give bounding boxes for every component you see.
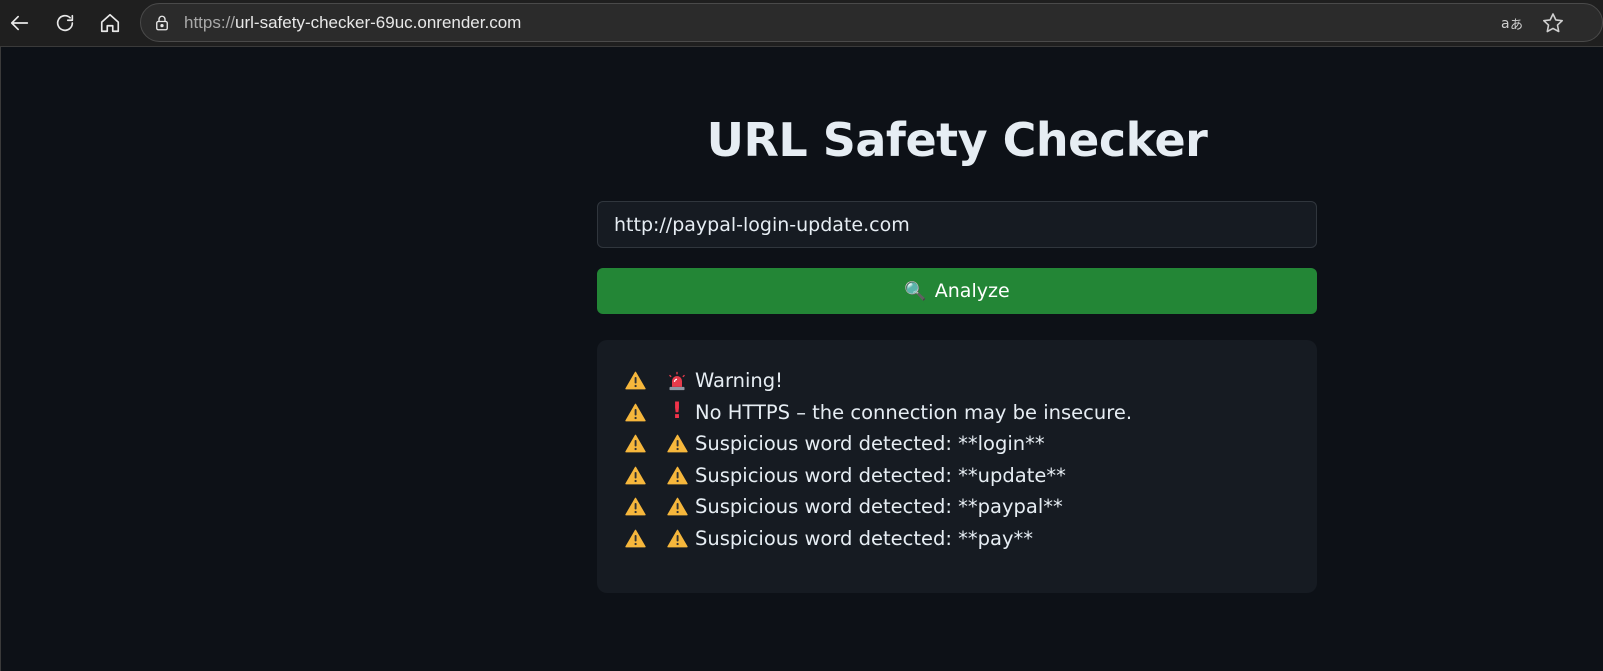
page-title: URL Safety Checker [706, 113, 1208, 167]
home-button[interactable] [95, 8, 125, 38]
reload-button[interactable] [50, 8, 80, 38]
result-text: No HTTPS – the connection may be insecur… [695, 400, 1133, 424]
page-content: URL Safety Checker 🔍 Analyze Warning! ! … [0, 46, 1603, 671]
warning-icon [625, 497, 667, 516]
address-bar[interactable]: https://url-safety-checker-69uc.onrender… [140, 3, 1603, 42]
back-icon [10, 15, 29, 31]
result-row: Suspicious word detected: **login** [625, 428, 1289, 460]
result-row: Suspicious word detected: **pay** [625, 523, 1289, 555]
url-input[interactable] [597, 201, 1317, 248]
reload-icon [56, 14, 74, 32]
analyze-button[interactable]: 🔍 Analyze [597, 268, 1317, 314]
lock-icon[interactable] [153, 14, 171, 32]
address-url[interactable]: https://url-safety-checker-69uc.onrender… [184, 13, 521, 33]
result-text: Suspicious word detected: **paypal** [695, 495, 1063, 519]
result-row: ! No HTTPS – the connection may be insec… [625, 397, 1289, 429]
svg-text:a: a [1501, 16, 1510, 32]
warning-icon [625, 529, 667, 548]
result-text: Suspicious word detected: **pay** [695, 526, 1034, 550]
warning-icon [667, 497, 695, 516]
result-row: Suspicious word detected: **paypal** [625, 491, 1289, 523]
analyze-button-label: Analyze [934, 280, 1010, 302]
result-row: Warning! [625, 365, 1289, 397]
siren-icon [667, 371, 695, 391]
warning-icon [625, 403, 667, 422]
result-text: Warning! [695, 369, 783, 393]
result-text: Suspicious word detected: **update** [695, 463, 1066, 487]
exclamation-icon: ! [671, 399, 683, 425]
search-icon: 🔍 [904, 280, 927, 302]
svg-text:あ: あ [1510, 18, 1523, 33]
browser-toolbar: https://url-safety-checker-69uc.onrender… [0, 0, 1603, 46]
url-protocol: https:// [184, 13, 236, 32]
home-icon [100, 13, 120, 33]
star-icon[interactable] [1541, 11, 1565, 35]
warning-icon [667, 466, 695, 485]
warning-icon [625, 466, 667, 485]
url-host: url-safety-checker-69uc.onrender.com [235, 13, 522, 32]
translate-icon[interactable]: a あ [1501, 12, 1525, 34]
result-row: Suspicious word detected: **update** [625, 460, 1289, 492]
warning-icon [625, 371, 667, 390]
warning-icon [667, 529, 695, 548]
results-panel: Warning! ! No HTTPS – the connection may… [597, 340, 1317, 593]
warning-icon [667, 434, 695, 453]
result-text: Suspicious word detected: **login** [695, 432, 1045, 456]
warning-icon [625, 434, 667, 453]
back-button[interactable] [5, 8, 35, 38]
